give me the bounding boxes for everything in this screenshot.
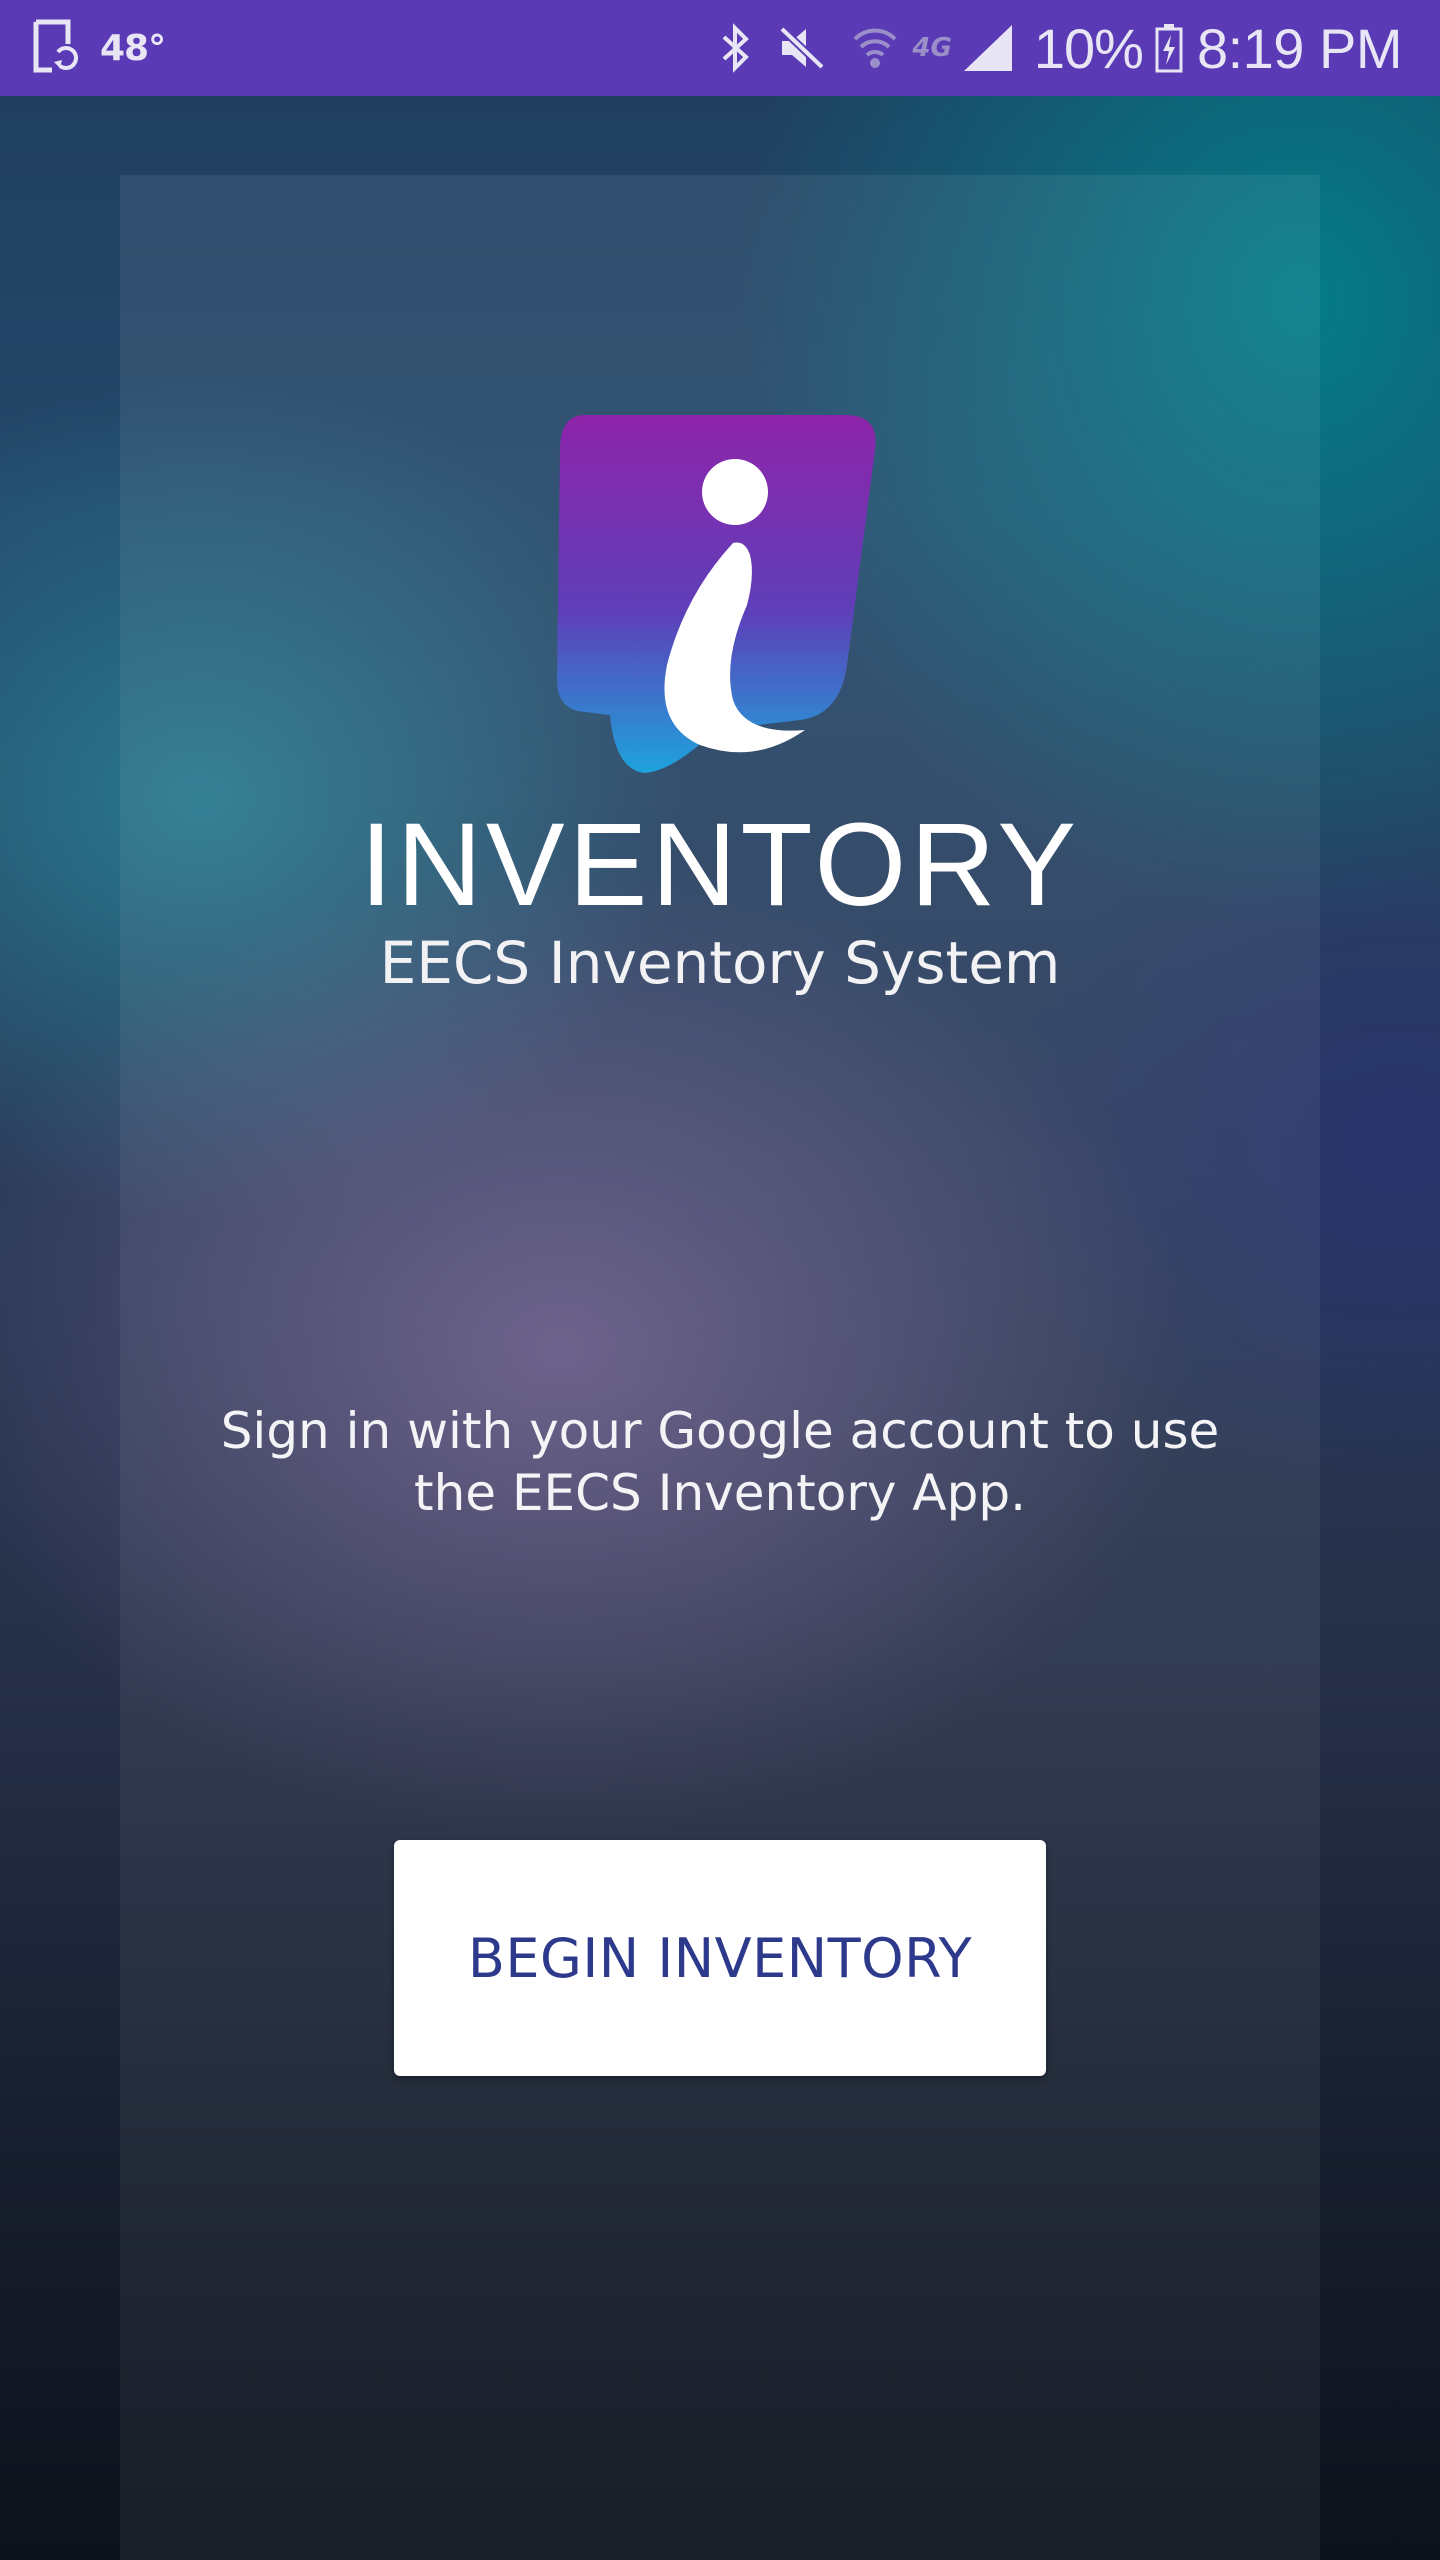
sign-in-screen: 48° 4G 10% 8:19 PM INVENTORY EECS Invent…	[0, 0, 1440, 2560]
status-bar: 48° 4G 10% 8:19 PM	[0, 0, 1440, 96]
status-bar-left: 48°	[30, 0, 166, 96]
signal-bars-icon	[962, 23, 1014, 73]
screen-rotation-icon	[30, 18, 78, 78]
begin-inventory-button[interactable]: BEGIN INVENTORY	[394, 1840, 1046, 2076]
status-bar-right: 4G 10% 8:19 PM	[694, 0, 1403, 96]
network-type-text: 4G	[912, 33, 952, 63]
sign-in-message: Sign in with your Google account to use …	[220, 1402, 1220, 1522]
mute-icon	[776, 23, 826, 73]
inventory-i-logo-icon	[555, 415, 885, 775]
clock-text: 8:19 PM	[1196, 16, 1403, 80]
app-subtitle: EECS Inventory System	[379, 929, 1061, 997]
temperature-text: 48°	[100, 27, 166, 69]
bluetooth-icon	[720, 23, 750, 73]
network-4g-icon: 4G	[912, 33, 951, 63]
battery-charging-icon	[1155, 23, 1183, 73]
app-title: INVENTORY	[359, 799, 1081, 931]
battery-percent-text: 10%	[1033, 16, 1144, 80]
wifi-icon	[852, 23, 898, 73]
